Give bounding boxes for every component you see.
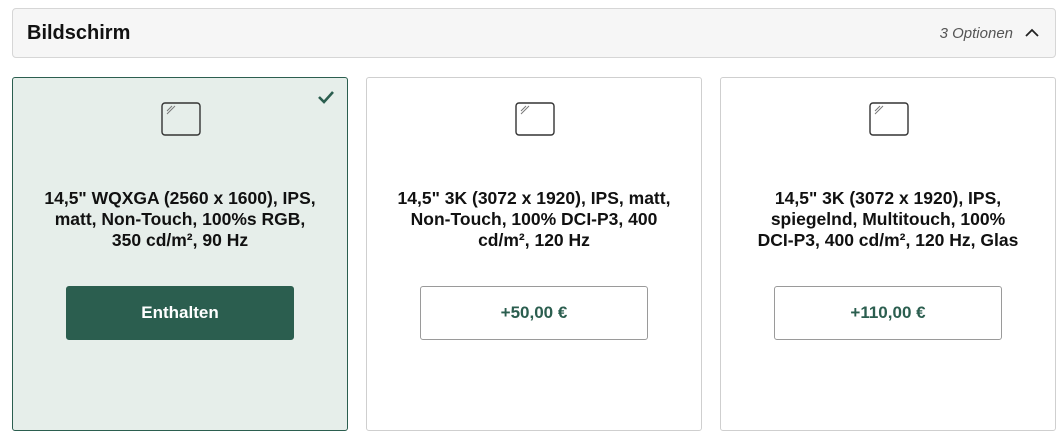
options-count: 3 Optionen (939, 24, 1013, 42)
option-card-3[interactable]: 14,5" 3K (3072 x 1920), IPS, spiegelnd, … (720, 77, 1056, 431)
option-card-2[interactable]: 14,5" 3K (3072 x 1920), IPS, matt, Non-T… (366, 77, 702, 431)
section-header-right[interactable]: 3 Optionen (940, 24, 1041, 42)
option-card-1[interactable]: 14,5" WQXGA (2560 x 1600), IPS, matt, No… (12, 77, 348, 431)
included-button[interactable]: Enthalten (66, 286, 294, 340)
select-option-button[interactable]: +50,00 € (420, 286, 648, 340)
section-title: Bildschirm (27, 21, 131, 44)
option-description: 14,5" 3K (3072 x 1920), IPS, matt, Non-T… (397, 187, 671, 250)
checkmark-icon (318, 91, 334, 104)
display-icon (869, 102, 909, 136)
display-icon (161, 102, 201, 136)
display-icon (515, 102, 555, 136)
select-option-button[interactable]: +110,00 € (774, 286, 1002, 340)
chevron-up-icon[interactable] (1023, 24, 1041, 42)
option-description: 14,5" 3K (3072 x 1920), IPS, spiegelnd, … (757, 187, 1019, 250)
section-header[interactable]: Bildschirm 3 Optionen (12, 8, 1056, 58)
option-description: 14,5" WQXGA (2560 x 1600), IPS, matt, No… (44, 187, 316, 250)
